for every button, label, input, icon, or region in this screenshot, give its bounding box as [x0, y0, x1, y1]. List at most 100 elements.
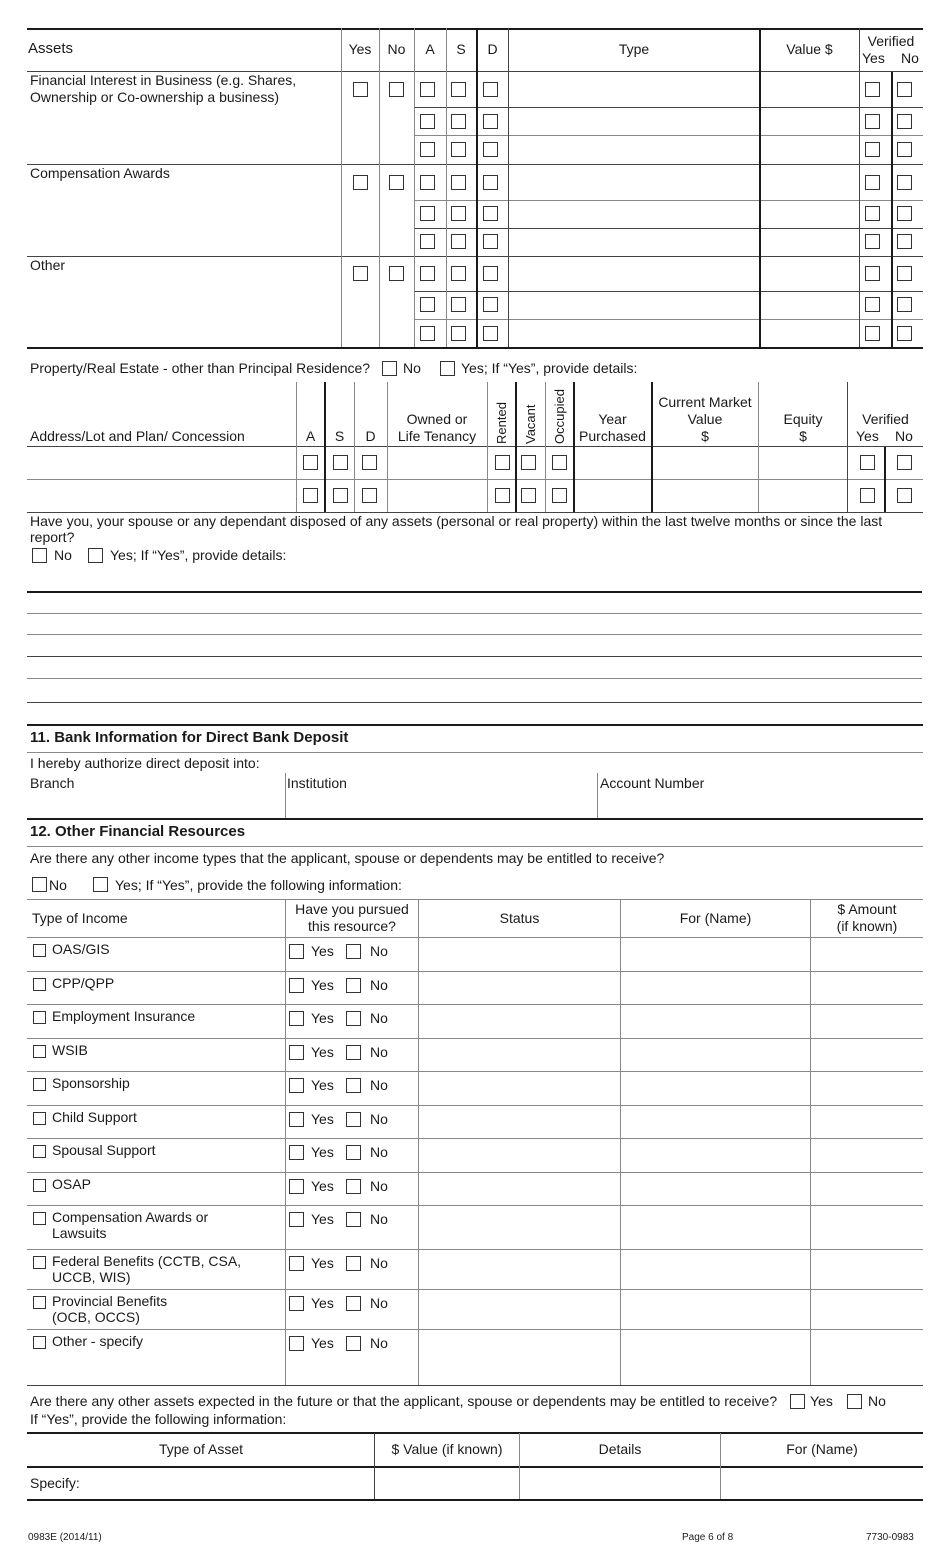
asset-a-checkbox[interactable] — [420, 82, 435, 97]
status-field[interactable] — [420, 1206, 618, 1248]
verified-yes-checkbox[interactable] — [865, 82, 880, 97]
future-yes-checkbox[interactable] — [790, 1394, 805, 1409]
asset-no-checkbox[interactable] — [389, 82, 404, 97]
pursued-yes-checkbox[interactable] — [289, 1179, 304, 1194]
for-name-field[interactable] — [622, 938, 808, 970]
asset-type-field[interactable] — [511, 257, 757, 283]
details-line[interactable] — [27, 634, 922, 635]
asset-d-checkbox[interactable] — [483, 297, 498, 312]
asset-value-field[interactable] — [762, 105, 857, 131]
verified-yes-checkbox[interactable] — [860, 488, 875, 503]
for-name-field[interactable] — [622, 1106, 808, 1137]
occupied-checkbox[interactable] — [552, 488, 567, 503]
asset-no-checkbox[interactable] — [389, 175, 404, 190]
asset-value-field[interactable] — [762, 133, 857, 159]
income-type-checkbox[interactable] — [33, 1045, 46, 1058]
status-field[interactable] — [420, 1139, 618, 1171]
income-type-checkbox[interactable] — [33, 1112, 46, 1125]
property-a-checkbox[interactable] — [303, 488, 318, 503]
property-s-checkbox[interactable] — [333, 488, 348, 503]
status-field[interactable] — [420, 1250, 618, 1288]
property-d-checkbox[interactable] — [362, 488, 377, 503]
owned-field[interactable] — [389, 481, 485, 511]
disposed-no-checkbox[interactable] — [32, 548, 47, 563]
asset-type-field[interactable] — [511, 133, 757, 159]
income-yes-checkbox[interactable] — [93, 877, 108, 892]
pursued-no-checkbox[interactable] — [346, 1145, 361, 1160]
asset-a-checkbox[interactable] — [420, 326, 435, 341]
pursued-no-checkbox[interactable] — [346, 1011, 361, 1026]
asset-no-checkbox[interactable] — [389, 266, 404, 281]
pursued-yes-checkbox[interactable] — [289, 1296, 304, 1311]
pursued-yes-checkbox[interactable] — [289, 944, 304, 959]
asset-value-field[interactable] — [762, 197, 857, 223]
for-name-field[interactable] — [622, 1173, 808, 1204]
for-name-field[interactable] — [622, 1330, 808, 1384]
verified-no-checkbox[interactable] — [897, 114, 912, 129]
asset-a-checkbox[interactable] — [420, 114, 435, 129]
asset-value-field[interactable] — [762, 166, 857, 192]
pursued-no-checkbox[interactable] — [346, 1078, 361, 1093]
amount-field[interactable] — [812, 1173, 922, 1204]
pursued-no-checkbox[interactable] — [346, 1112, 361, 1127]
asset-value-field[interactable] — [762, 73, 857, 99]
asset-a-checkbox[interactable] — [420, 142, 435, 157]
asset-value-field[interactable] — [762, 288, 857, 314]
asset-s-checkbox[interactable] — [451, 266, 466, 281]
for-name-field[interactable] — [622, 1139, 808, 1171]
details-line[interactable] — [27, 656, 922, 657]
asset-a-checkbox[interactable] — [420, 175, 435, 190]
status-field[interactable] — [420, 972, 618, 1003]
year-purchased-field[interactable] — [576, 481, 650, 511]
owned-field[interactable] — [389, 448, 485, 478]
asset-a-checkbox[interactable] — [420, 266, 435, 281]
asset-for-name-field[interactable] — [722, 1468, 922, 1498]
asset-d-checkbox[interactable] — [483, 206, 498, 221]
verified-no-checkbox[interactable] — [897, 234, 912, 249]
for-name-field[interactable] — [622, 1072, 808, 1104]
pursued-yes-checkbox[interactable] — [289, 1078, 304, 1093]
asset-type-field[interactable] — [511, 73, 757, 99]
pursued-no-checkbox[interactable] — [346, 1256, 361, 1271]
asset-a-checkbox[interactable] — [420, 297, 435, 312]
pursued-yes-checkbox[interactable] — [289, 1256, 304, 1271]
asset-a-checkbox[interactable] — [420, 206, 435, 221]
income-type-checkbox[interactable] — [33, 978, 46, 991]
occupied-checkbox[interactable] — [552, 455, 567, 470]
amount-field[interactable] — [812, 1106, 922, 1137]
pursued-yes-checkbox[interactable] — [289, 1011, 304, 1026]
income-type-checkbox[interactable] — [33, 1179, 46, 1192]
details-line[interactable] — [27, 591, 922, 593]
amount-field[interactable] — [812, 1330, 922, 1384]
future-no-checkbox[interactable] — [847, 1394, 862, 1409]
pursued-no-checkbox[interactable] — [346, 1336, 361, 1351]
income-type-checkbox[interactable] — [33, 1256, 46, 1269]
verified-no-checkbox[interactable] — [897, 488, 912, 503]
income-type-checkbox[interactable] — [33, 1011, 46, 1024]
institution-field[interactable] — [287, 793, 595, 817]
market-value-field[interactable] — [654, 448, 756, 478]
property-d-checkbox[interactable] — [362, 455, 377, 470]
verified-yes-checkbox[interactable] — [860, 455, 875, 470]
property-no-checkbox[interactable] — [382, 361, 397, 376]
verified-yes-checkbox[interactable] — [865, 297, 880, 312]
asset-s-checkbox[interactable] — [451, 206, 466, 221]
pursued-yes-checkbox[interactable] — [289, 1045, 304, 1060]
status-field[interactable] — [420, 1039, 618, 1070]
details-line[interactable] — [27, 702, 922, 703]
verified-no-checkbox[interactable] — [897, 206, 912, 221]
asset-type-field[interactable] — [511, 105, 757, 131]
status-field[interactable] — [420, 1173, 618, 1204]
asset-s-checkbox[interactable] — [451, 142, 466, 157]
verified-no-checkbox[interactable] — [897, 297, 912, 312]
amount-field[interactable] — [812, 972, 922, 1003]
for-name-field[interactable] — [622, 1290, 808, 1328]
income-type-checkbox[interactable] — [33, 944, 46, 957]
asset-type-field[interactable] — [511, 166, 757, 192]
equity-field[interactable] — [760, 448, 846, 478]
address-field[interactable] — [29, 481, 294, 511]
verified-yes-checkbox[interactable] — [865, 206, 880, 221]
pursued-no-checkbox[interactable] — [346, 1045, 361, 1060]
asset-value-field[interactable] — [762, 257, 857, 283]
for-name-field[interactable] — [622, 1250, 808, 1288]
